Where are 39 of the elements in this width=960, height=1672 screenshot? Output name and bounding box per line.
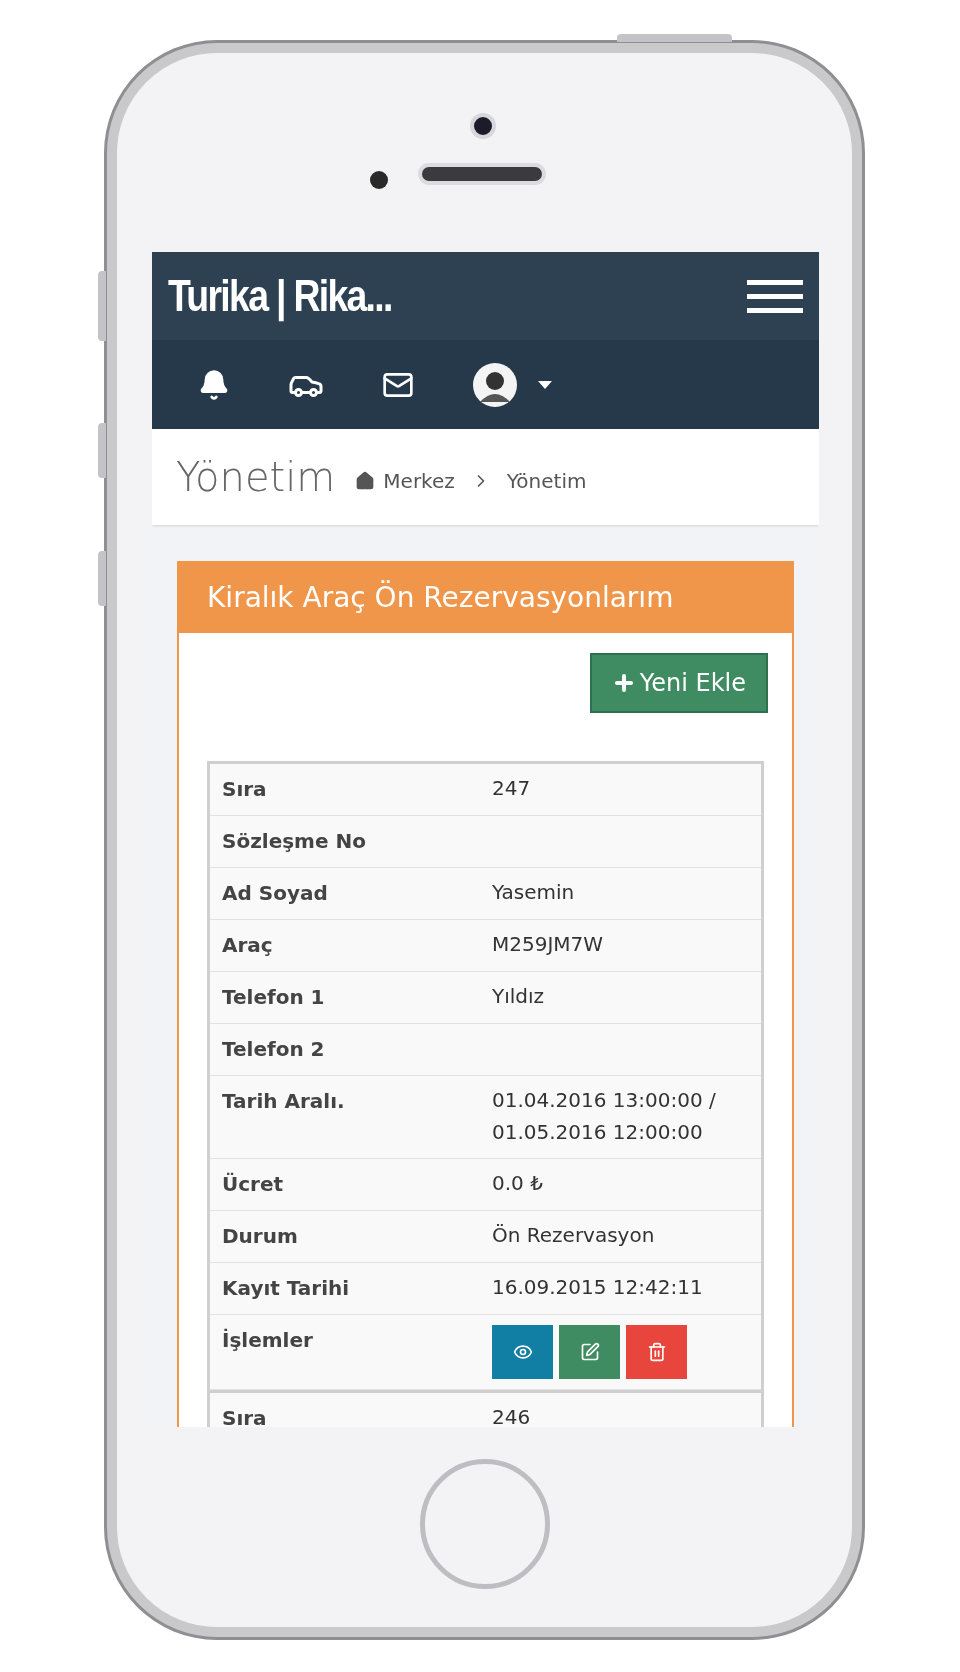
field-label: Ad Soyad [222, 880, 329, 907]
edit-button[interactable] [559, 1325, 620, 1379]
page-title: Yönetim [176, 453, 336, 502]
trash-icon [646, 1342, 667, 1362]
field-value: 246 [492, 1404, 532, 1427]
field-label: Telefon 2 [222, 1036, 326, 1063]
field-value: M259JM7W [492, 931, 605, 958]
panel-title: Kiralık Araç Ön Rezervasyonlarım [207, 579, 674, 616]
add-button[interactable]: Yeni Ekle [589, 653, 768, 713]
field-label: Sıra [222, 1405, 268, 1427]
field-label: Sıra [222, 776, 268, 803]
site-title: Turika | Rika... [168, 270, 392, 324]
field-label: Telefon 1 [222, 984, 326, 1011]
field-label: Araç [222, 932, 274, 959]
field-value: Ön Rezervasyon [492, 1222, 656, 1249]
home-icon [355, 471, 376, 491]
field-value: 247 [492, 775, 532, 802]
field-value: Yasemin [492, 879, 576, 906]
bell-icon[interactable] [198, 368, 230, 401]
eye-icon [512, 1342, 533, 1362]
field-value: 01.04.2016 13:00:00 / 01.05.2016 12:00:00 [492, 1087, 717, 1146]
field-label: Sözleşme No [222, 828, 367, 855]
delete-button[interactable] [626, 1325, 687, 1379]
field-label: Tarih Aralı. [222, 1088, 346, 1115]
field-label: Kayıt Tarihi [222, 1275, 351, 1302]
field-label: Durum [222, 1223, 299, 1250]
caret-icon[interactable] [538, 380, 552, 389]
breadcrumb-item: Yönetim [506, 468, 587, 495]
field-label: Ücret [222, 1171, 285, 1198]
menu-icon[interactable] [747, 279, 803, 313]
camera-icon [470, 113, 496, 139]
edit-icon [579, 1342, 600, 1362]
field-value: 16.09.2015 12:42:11 [492, 1274, 704, 1301]
field-value: Yıldız [492, 983, 546, 1010]
view-button[interactable] [492, 1325, 553, 1379]
avatar-icon[interactable] [472, 361, 518, 408]
field-label: İşlemler [222, 1327, 314, 1354]
field-value: 0.0 ₺ [492, 1170, 544, 1197]
breadcrumb-item[interactable]: Merkez [383, 466, 455, 496]
